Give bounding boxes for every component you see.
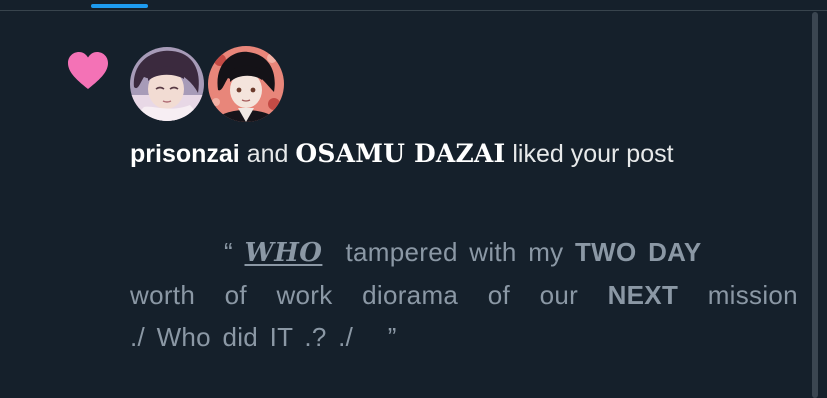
close-quote: ” [387,322,397,352]
post-text-segment: tampered with my [345,237,564,267]
post-word: work [276,280,333,310]
avatar-prisonzai[interactable] [130,47,204,121]
user-link-prisonzai[interactable]: prisonzai [130,140,240,168]
like-notification[interactable]: prisonzai and OSAMU DAZAI liked your pos… [0,11,810,398]
post-word: diorama [362,280,459,310]
post-word: worth [130,280,196,310]
notification-headline: prisonzai and OSAMU DAZAI liked your pos… [130,137,674,171]
post-preview-line: “ WHO tampered with my TWO DAY [130,231,798,274]
headline-connector: and [246,140,289,168]
post-word: mission [707,280,798,310]
active-tab-indicator [91,4,148,8]
headline-action: liked your post [512,140,674,168]
post-text-segment: ./ Who did IT .? ./ [130,322,354,352]
post-emphasis-next: NEXT [607,280,679,310]
open-quote: “ [224,237,233,267]
post-word: our [539,280,579,310]
post-emphasis-two-day: TWO DAY [575,237,702,267]
heart-icon [68,52,108,89]
post-preview-text[interactable]: “ WHO tampered with my TWO DAY worth of … [130,231,798,358]
post-preview-line: ./ Who did IT .? ./ ” [130,316,798,358]
avatar-image [208,46,284,122]
post-word: of [224,280,247,310]
post-preview-line: worth of work diorama of our NEXT missio… [130,274,798,316]
avatar-image [130,47,204,121]
post-emphasis-who: WHO [244,238,323,268]
avatar-osamu-dazai[interactable] [208,46,284,122]
user-link-osamu-dazai[interactable]: OSAMU DAZAI [295,139,505,168]
scrollbar[interactable] [812,12,818,398]
post-word: of [487,280,511,310]
